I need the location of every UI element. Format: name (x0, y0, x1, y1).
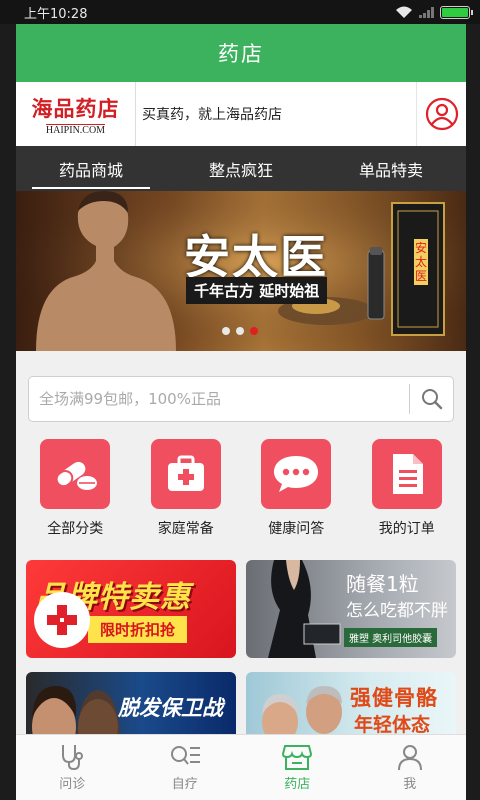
search-bar (28, 376, 454, 422)
store-logo[interactable]: 海品药店 HAIPIN.COM (16, 82, 136, 146)
signal-icon (419, 6, 434, 18)
battery-icon (440, 5, 473, 19)
search-button[interactable] (409, 384, 453, 414)
bottom-nav: 问诊 自疗 药店 我 (16, 734, 466, 800)
carousel-dot-active[interactable] (250, 327, 258, 335)
quick-all-categories[interactable]: 全部分类 (25, 439, 125, 538)
pills-icon (40, 439, 111, 509)
brand-bar: 海品药店 HAIPIN.COM 买真药，就上海品药店 (16, 82, 466, 146)
carousel-dot[interactable] (236, 327, 244, 335)
promo-row-1: 品牌特卖惠 限时折扣抢 随餐1粒 怎么吃都不胖 雅塑 奥利司他胶囊 (16, 560, 466, 658)
person-icon (397, 745, 422, 771)
plus-cross-icon (34, 592, 90, 648)
nav-label: 自疗 (171, 777, 198, 792)
nav-label: 问诊 (59, 777, 86, 792)
tab-label: 单品特卖 (358, 160, 423, 180)
promo-tag: 限时折扣抢 (88, 616, 188, 643)
promo-card-brand-sale[interactable]: 品牌特卖惠 限时折扣抢 (26, 560, 236, 658)
search-icon (421, 389, 442, 410)
store-slogan: 买真药，就上海品药店 (142, 107, 282, 123)
store-icon (282, 745, 313, 770)
promo-banner[interactable]: 安太医 千年古方 延时始祖 安太医 (16, 191, 466, 351)
title-bar: 药店 (16, 24, 466, 82)
chat-bubble-icon (261, 439, 332, 509)
carousel-indicator (222, 327, 258, 335)
promo-caption: 雅塑 奥利司他胶囊 (344, 628, 438, 647)
user-icon (425, 97, 458, 131)
wifi-icon (396, 6, 412, 18)
banner-product-label: 安太医 (414, 239, 428, 285)
promo-line2: 怎么吃都不胖 (346, 601, 448, 621)
category-tabs: 药品商城 整点疯狂 单品特卖 (16, 146, 466, 191)
tab-label: 整点疯狂 (208, 160, 273, 180)
nav-consult[interactable]: 问诊 (16, 735, 129, 800)
quick-my-orders[interactable]: 我的订单 (357, 439, 457, 538)
promo-line1: 强健骨骼 (350, 686, 438, 710)
nav-pharmacy[interactable]: 药店 (241, 735, 354, 800)
carousel-dot[interactable] (222, 327, 230, 335)
tab-flash-sale[interactable]: 整点疯狂 (166, 146, 316, 191)
logo-text: 海品药店 (31, 95, 120, 121)
status-icons (395, 5, 473, 19)
banner-subtitle: 千年古方 延时始祖 (186, 277, 328, 304)
status-time: 上午10:28 (24, 6, 88, 22)
quick-health-qa[interactable]: 健康问答 (246, 439, 346, 538)
nav-self-treat[interactable]: 自疗 (129, 735, 242, 800)
nav-me[interactable]: 我 (354, 735, 467, 800)
promo-line2: 年轻体态 (354, 714, 431, 736)
nav-label: 我 (403, 777, 417, 792)
quick-entries: 全部分类 家庭常备 健康问答 我的订单 (16, 439, 466, 538)
promo-card-diet-capsule[interactable]: 随餐1粒 怎么吃都不胖 雅塑 奥利司他胶囊 (246, 560, 456, 658)
quick-label: 我的订单 (378, 521, 435, 537)
status-bar: 上午10:28 (0, 0, 480, 24)
search-list-icon (170, 746, 200, 765)
quick-family-essentials[interactable]: 家庭常备 (136, 439, 236, 538)
quick-label: 健康问答 (268, 521, 325, 537)
document-icon (371, 439, 442, 509)
app-screen: 药店 海品药店 HAIPIN.COM 买真药，就上海品药店 药品商城 整点疯狂 … (16, 24, 466, 800)
user-account-button[interactable] (416, 82, 466, 146)
tab-drug-mall[interactable]: 药品商城 (16, 146, 166, 191)
tab-label: 药品商城 (58, 160, 123, 180)
tab-single-item-sale[interactable]: 单品特卖 (316, 146, 466, 191)
page-title: 药店 (218, 42, 264, 66)
first-aid-kit-icon (150, 439, 221, 509)
logo-domain: HAIPIN.COM (45, 123, 106, 136)
promo-line1: 随餐1粒 (346, 572, 419, 596)
search-input[interactable] (29, 390, 409, 408)
quick-label: 全部分类 (47, 521, 104, 537)
stethoscope-icon (62, 745, 84, 771)
quick-label: 家庭常备 (157, 521, 214, 537)
nav-label: 药店 (284, 777, 311, 792)
promo-title: 脱发保卫战 (118, 696, 223, 720)
